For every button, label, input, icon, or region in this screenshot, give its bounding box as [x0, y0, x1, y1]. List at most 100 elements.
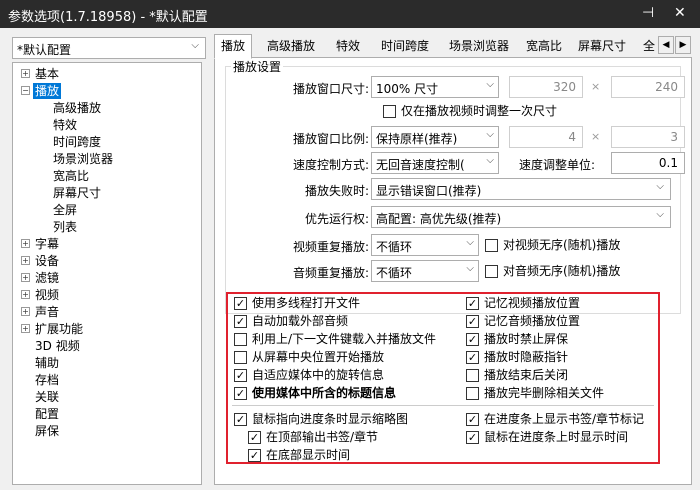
- priority-label: 优先运行权:: [305, 212, 370, 226]
- ratio-b-field[interactable]: 3: [611, 126, 685, 148]
- expand-icon[interactable]: +: [21, 273, 30, 282]
- tab-effects[interactable]: 特效: [329, 34, 367, 58]
- auto-rotate-checkbox[interactable]: ✓ 自适应媒体中的旋转信息: [234, 368, 384, 384]
- tree-item-audio[interactable]: 声音: [35, 304, 59, 320]
- remember-audio-pos-checkbox[interactable]: ✓ 记忆音频播放位置: [466, 314, 580, 330]
- seek-chapters-checkbox[interactable]: ✓ 在进度条上显示书签/章节标记: [466, 412, 644, 428]
- tree-item-filters[interactable]: 滤镜: [35, 270, 59, 286]
- close-after-checkbox[interactable]: 播放结束后关闭: [466, 368, 568, 384]
- option-label: 自适应媒体中的旋转信息: [252, 368, 385, 382]
- window-ratio-select[interactable]: 保持原样(推荐) ⌵: [371, 126, 499, 148]
- video-repeat-value: 不循环: [376, 240, 413, 254]
- ratio-a-field[interactable]: 4: [509, 126, 583, 148]
- profile-select-value: *默认配置: [17, 43, 72, 57]
- expand-icon[interactable]: +: [21, 307, 30, 316]
- tab-screen-size[interactable]: 屏幕尺寸: [571, 34, 633, 58]
- checkbox-box: ✓: [234, 387, 247, 400]
- speed-mode-select[interactable]: 无回音速度控制( ⌵: [371, 152, 499, 174]
- chevron-down-icon: ⌵: [466, 237, 474, 248]
- checkbox-box: ✓: [466, 413, 479, 426]
- tab-aspect-ratio[interactable]: 宽高比: [519, 34, 569, 58]
- tree-item-config[interactable]: 配置: [35, 406, 59, 422]
- close-icon[interactable]: ✕: [674, 5, 686, 21]
- tree-item-video[interactable]: 视频: [35, 287, 59, 303]
- tab-time-span[interactable]: 时间跨度: [374, 34, 436, 58]
- seek-thumbnail-checkbox[interactable]: ✓ 鼠标指向进度条时显示缩略图: [234, 412, 408, 428]
- priority-select[interactable]: 高配置: 高优先级(推荐) ⌵: [371, 206, 671, 228]
- tree-item-scene-browser[interactable]: 场景浏览器: [53, 151, 113, 167]
- window-size-label: 播放窗口尺寸:: [293, 82, 370, 96]
- hide-pointer-checkbox[interactable]: ✓ 播放时隐蔽指针: [466, 350, 568, 366]
- speed-unit-field[interactable]: 0.1: [611, 152, 685, 174]
- video-repeat-select[interactable]: 不循环 ⌵: [371, 234, 479, 256]
- checkbox-box: ✓: [466, 315, 479, 328]
- prev-next-key-checkbox[interactable]: 利用上/下一文件键载入并播放文件: [234, 332, 436, 348]
- tree-item-archive[interactable]: 存档: [35, 372, 59, 388]
- resize-once-checkbox[interactable]: 仅在播放视频时调整一次尺寸: [383, 104, 557, 120]
- audio-shuffle-checkbox[interactable]: 对音频无序(随机)播放: [485, 264, 620, 280]
- expand-icon[interactable]: +: [21, 256, 30, 265]
- tab-scroll-left-button[interactable]: ◀: [658, 36, 674, 54]
- tree-item-association[interactable]: 关联: [35, 389, 59, 405]
- tree-item-playback[interactable]: 播放: [33, 83, 62, 99]
- expand-icon[interactable]: +: [21, 324, 30, 333]
- expand-icon[interactable]: +: [21, 239, 30, 248]
- chevron-down-icon: ⌵: [466, 263, 474, 274]
- remember-video-pos-checkbox[interactable]: ✓ 记忆视频播放位置: [466, 296, 580, 312]
- tree-item-extensions[interactable]: 扩展功能: [35, 321, 83, 337]
- tree-item-assist[interactable]: 辅助: [35, 355, 59, 371]
- category-tree: + 基本 − 播放 高级播放 特效 时间跨度 场景浏览器 宽高比 屏幕尺寸 全屏…: [12, 62, 202, 485]
- collapse-icon[interactable]: −: [21, 86, 30, 95]
- auto-load-audio-checkbox[interactable]: ✓ 自动加载外部音频: [234, 314, 348, 330]
- delete-after-checkbox[interactable]: 播放完毕删除相关文件: [466, 386, 604, 402]
- checkbox-box: ✓: [234, 297, 247, 310]
- tree-item-basic[interactable]: 基本: [35, 66, 59, 82]
- video-shuffle-checkbox[interactable]: 对视频无序(随机)播放: [485, 238, 620, 254]
- expand-icon[interactable]: +: [21, 290, 30, 299]
- disable-screensaver-checkbox[interactable]: ✓ 播放时禁止屏保: [466, 332, 568, 348]
- bottom-time-checkbox[interactable]: ✓ 在底部显示时间: [248, 448, 350, 464]
- window-title: 参数选项(1.7.18958) - *默认配置: [8, 10, 208, 25]
- audio-repeat-select[interactable]: 不循环 ⌵: [371, 260, 479, 282]
- dialog-body: *默认配置 ⌵ + 基本 − 播放 高级播放 特效 时间跨度 场景浏览器 宽高比…: [0, 28, 700, 490]
- tab-advanced-playback[interactable]: 高级播放: [260, 34, 322, 58]
- tree-item-subtitles[interactable]: 字幕: [35, 236, 59, 252]
- multithread-open-checkbox[interactable]: ✓ 使用多线程打开文件: [234, 296, 360, 312]
- media-title-checkbox[interactable]: ✓ 使用媒体中所含的标题信息: [234, 386, 396, 402]
- option-label: 鼠标指向进度条时显示缩略图: [252, 412, 409, 426]
- option-label: 使用多线程打开文件: [252, 296, 361, 310]
- chevron-down-icon: ⌵: [656, 181, 664, 192]
- output-top-checkbox[interactable]: ✓ 在顶部输出书签/章节: [248, 430, 378, 446]
- window-ratio-label: 播放窗口比例:: [293, 132, 370, 146]
- window-ratio-value: 保持原样(推荐): [376, 132, 458, 146]
- pin-icon[interactable]: ⊣: [642, 5, 654, 21]
- tree-item-devices[interactable]: 设备: [35, 253, 59, 269]
- tab-scroll-right-button[interactable]: ▶: [675, 36, 691, 54]
- tree-item-playlist[interactable]: 列表: [53, 219, 77, 235]
- chevron-down-icon: ⌵: [486, 155, 494, 166]
- center-start-checkbox[interactable]: 从屏幕中央位置开始播放: [234, 350, 384, 366]
- window-width-field[interactable]: 320: [509, 76, 583, 98]
- expand-icon[interactable]: +: [21, 69, 30, 78]
- title-bar: 参数选项(1.7.18958) - *默认配置 ⊣ ✕: [0, 0, 700, 28]
- tree-item-effects[interactable]: 特效: [53, 117, 77, 133]
- tree-item-3d-video[interactable]: 3D 视频: [35, 338, 80, 354]
- window-size-select[interactable]: 100% 尺寸 ⌵: [371, 76, 499, 98]
- profile-select[interactable]: *默认配置 ⌵: [12, 37, 206, 59]
- tree-item-fullscreen[interactable]: 全屏: [53, 202, 77, 218]
- option-label: 记忆音频播放位置: [484, 314, 581, 328]
- priority-value: 高配置: 高优先级(推荐): [376, 212, 502, 226]
- tree-item-screen-size[interactable]: 屏幕尺寸: [53, 185, 101, 201]
- tree-item-screensaver[interactable]: 屏保: [35, 423, 59, 439]
- seek-time-checkbox[interactable]: ✓ 鼠标在进度条上时显示时间: [466, 430, 628, 446]
- checkbox-box: [485, 265, 498, 278]
- window-height-field[interactable]: 240: [611, 76, 685, 98]
- tree-item-advanced-playback[interactable]: 高级播放: [53, 100, 101, 116]
- tab-strip: 播放 高级播放 特效 时间跨度 场景浏览器 宽高比 屏幕尺寸 全 ◀ ▶: [214, 34, 694, 59]
- on-fail-select[interactable]: 显示错误窗口(推荐) ⌵: [371, 178, 671, 200]
- tree-item-time-span[interactable]: 时间跨度: [53, 134, 101, 150]
- checkbox-box: [234, 333, 247, 346]
- tab-playback[interactable]: 播放: [214, 34, 253, 59]
- tab-scene-browser[interactable]: 场景浏览器: [442, 34, 516, 58]
- tree-item-aspect-ratio[interactable]: 宽高比: [53, 168, 89, 184]
